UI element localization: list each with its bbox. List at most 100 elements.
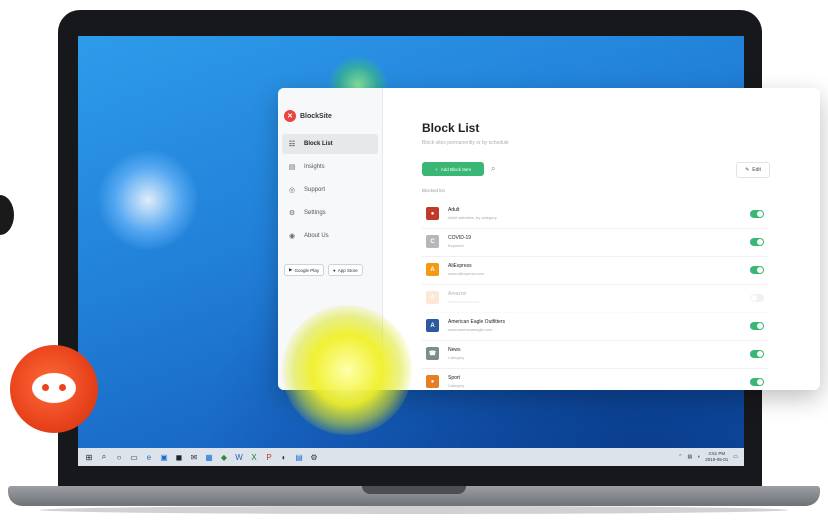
nav-icon: ▤: [288, 164, 296, 171]
system-tray: ⌃ ▤ ◖ 4:51 PM 2019-05-01 ▭: [678, 448, 738, 466]
nav-icon: ⚙: [288, 210, 296, 217]
volume-icon[interactable]: ◖: [697, 454, 700, 460]
taskbar-app-icon[interactable]: ✉: [187, 448, 201, 466]
site-icon: ☎: [426, 347, 439, 360]
site-icon: A: [426, 263, 439, 276]
search-icon[interactable]: ⌕: [491, 164, 495, 174]
google-play-badge[interactable]: ▶ Google Play: [284, 264, 324, 276]
taskbar-app-icon[interactable]: ○: [112, 448, 126, 466]
add-button-label: Add Block Item: [440, 166, 471, 172]
taskbar-app-icon[interactable]: ◆: [217, 448, 231, 466]
site-icon: C: [426, 235, 439, 248]
sidebar-item-insights[interactable]: ▤ Insights: [282, 157, 378, 177]
sidebar-item-settings[interactable]: ⚙ Settings: [282, 203, 378, 223]
block-list: ● Adult Adult websites, by category C COVID-…: [422, 201, 768, 390]
taskbar-app-icon[interactable]: ◼: [172, 448, 186, 466]
laptop-shadow: [40, 506, 788, 514]
add-block-item-button[interactable]: + Add Block Item: [422, 162, 484, 176]
section-label: Blocked list: [422, 188, 445, 193]
google-play-label: Google Play: [294, 267, 319, 273]
sidebar-item-label: Settings: [304, 210, 326, 216]
list-item: C COVID-19 Keyword: [422, 229, 768, 257]
brand-name: BlockSite: [300, 112, 332, 120]
taskbar: ⊞ ⌕ ○ ▭ e ▣ ◼ ✉ ▦ ◆ W X P ◐ ▤ ⚙ ⌃ ▤ ◖ 4:51 PM 2019-05-…: [78, 448, 744, 466]
sidebar-item-label: Block List: [304, 141, 333, 147]
reddit-icon: [10, 345, 98, 433]
item-name: Amazon: [448, 291, 467, 297]
apple-icon: ●: [332, 267, 336, 273]
blurred-blue-icon: [98, 150, 198, 250]
chevron-up-icon[interactable]: ⌃: [678, 454, 682, 460]
site-icon: ●: [426, 207, 439, 220]
clock[interactable]: 4:51 PM 2019-05-01: [705, 451, 728, 463]
main-panel: Block List Block sites permanently or by…: [382, 88, 820, 390]
site-icon: A: [426, 319, 439, 332]
app-store-badge[interactable]: ● App Store: [327, 264, 363, 276]
edit-button-label: Edit: [752, 167, 761, 173]
taskbar-icons: ⌕ ○ ▭ e ▣ ◼ ✉ ▦ ◆ W X P ◐ ▤ ⚙: [96, 448, 321, 466]
taskbar-app-icon[interactable]: ⌕: [97, 448, 111, 466]
network-icon[interactable]: ▤: [687, 454, 692, 460]
page-title: Block List: [422, 121, 480, 135]
google-play-icon: ▶: [289, 267, 293, 272]
block-toggle[interactable]: [750, 210, 764, 218]
site-icon: A: [426, 291, 439, 304]
list-item: A AliExpress www.aliexpress.com: [422, 257, 768, 285]
block-toggle[interactable]: [750, 266, 764, 274]
notifications-icon[interactable]: ▭: [733, 454, 738, 460]
reddit-face: [32, 373, 76, 403]
item-name: Sport: [448, 375, 460, 381]
windows-start-icon[interactable]: ⊞: [82, 448, 96, 466]
taskbar-app-icon[interactable]: ⚙: [307, 448, 321, 466]
list-item: ● Adult Adult websites, by category: [422, 201, 768, 229]
list-item: ☎ News Category: [422, 341, 768, 369]
item-name: AliExpress: [448, 263, 472, 269]
sidebar-item-support[interactable]: ◎ Support: [282, 180, 378, 200]
list-item: A American Eagle Outfitters www.americanea…: [422, 313, 768, 341]
list-item: ● Sport Category: [422, 369, 768, 390]
pencil-icon: ✎: [745, 167, 750, 173]
site-icon: ●: [426, 375, 439, 388]
sidebar-item-label: Support: [304, 187, 326, 193]
taskbar-app-icon[interactable]: ▦: [202, 448, 216, 466]
sidebar-item-block-list[interactable]: ☷ Block List: [282, 134, 378, 154]
taskbar-app-icon[interactable]: ◐: [277, 448, 291, 466]
item-subtitle: www.amazon.com: [448, 299, 481, 304]
nav-icon: ◉: [288, 233, 296, 240]
taskbar-app-icon[interactable]: ▤: [292, 448, 306, 466]
item-subtitle: Keyword: [448, 243, 464, 248]
blocksite-logo-icon: ✕: [284, 110, 296, 122]
sidebar-item-label: About Us: [304, 233, 329, 239]
block-toggle[interactable]: [750, 322, 764, 330]
laptop-base-notch: [362, 486, 466, 494]
sidebar-nav: ☷ Block List ▤ Insights ◎ Support ⚙ Settings ◉ Ab…: [282, 134, 378, 249]
taskbar-app-icon[interactable]: X: [247, 448, 261, 466]
store-badges: ▶ Google Play ● App Store: [284, 264, 363, 276]
list-item: A Amazon www.amazon.com: [422, 285, 768, 313]
block-toggle[interactable]: [750, 238, 764, 246]
nav-icon: ☷: [288, 141, 296, 148]
item-name: Adult: [448, 207, 460, 213]
edit-button[interactable]: ✎ Edit: [736, 162, 770, 178]
brand: ✕ BlockSite: [284, 110, 332, 122]
item-subtitle: www.americaneagle.com: [448, 327, 493, 332]
block-toggle[interactable]: [750, 378, 764, 386]
edge-decoration: [0, 195, 14, 235]
plus-icon: +: [435, 166, 438, 172]
app-store-label: App Store: [337, 267, 358, 273]
sidebar-item-label: Insights: [304, 164, 325, 170]
taskbar-app-icon[interactable]: W: [232, 448, 246, 466]
nav-icon: ◎: [288, 187, 296, 194]
block-toggle[interactable]: [750, 350, 764, 358]
sidebar-item-about-us[interactable]: ◉ About Us: [282, 226, 378, 246]
item-name: American Eagle Outfitters: [448, 319, 505, 325]
taskbar-app-icon[interactable]: e: [142, 448, 156, 466]
taskbar-app-icon[interactable]: P: [262, 448, 276, 466]
block-toggle[interactable]: [750, 294, 764, 302]
taskbar-app-icon[interactable]: ▭: [127, 448, 141, 466]
page-subtitle: Block sites permanently or by schedule: [422, 140, 509, 146]
clock-date: 2019-05-01: [705, 457, 729, 462]
taskbar-app-icon[interactable]: ▣: [157, 448, 171, 466]
reddit-eye-right: [59, 384, 66, 391]
item-subtitle: Category: [448, 355, 465, 360]
